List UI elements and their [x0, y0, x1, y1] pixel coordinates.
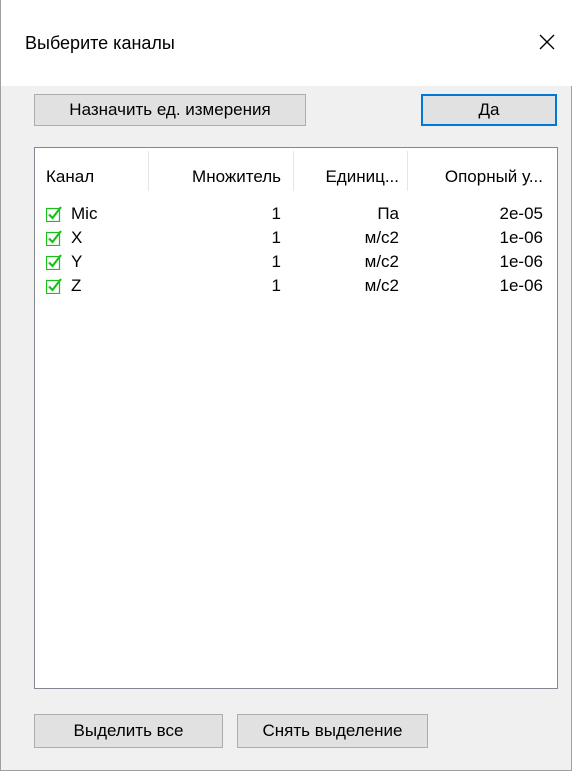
- column-header-multiplier[interactable]: Множитель: [149, 148, 281, 193]
- channel-name: Z: [71, 276, 82, 295]
- reference-value: 1e-06: [499, 252, 543, 271]
- reference-value: 2e-05: [499, 204, 543, 223]
- select-all-button[interactable]: Выделить все: [34, 714, 223, 748]
- multiplier-value: 1: [271, 276, 281, 295]
- table-row[interactable]: X 1 м/с2 1e-06: [35, 226, 557, 250]
- column-header-channel[interactable]: Канал: [46, 148, 146, 193]
- unit-value: м/с2: [364, 228, 399, 247]
- deselect-button[interactable]: Снять выделение: [237, 714, 428, 748]
- checkbox-checked-icon[interactable]: [46, 230, 62, 246]
- ok-button[interactable]: Да: [421, 94, 557, 126]
- unit-value: м/с2: [364, 276, 399, 295]
- checkbox-checked-icon[interactable]: [46, 254, 62, 270]
- list-header: Канал Множитель Единиц... Опорный у...: [35, 148, 557, 193]
- reference-value: 1e-06: [499, 228, 543, 247]
- unit-value: Па: [377, 204, 399, 223]
- title-bar: Выберите каналы: [1, 0, 573, 86]
- table-row[interactable]: Z 1 м/с2 1e-06: [35, 274, 557, 298]
- select-channels-dialog: Выберите каналы Назначить ед. измерения …: [0, 0, 573, 771]
- channel-name: X: [71, 228, 83, 247]
- dialog-title: Выберите каналы: [25, 33, 175, 53]
- multiplier-value: 1: [271, 204, 281, 223]
- checkbox-checked-icon[interactable]: [46, 278, 62, 294]
- assign-units-button[interactable]: Назначить ед. измерения: [34, 94, 306, 126]
- multiplier-value: 1: [271, 228, 281, 247]
- channel-name: Y: [71, 252, 83, 271]
- channel-name: Mic: [71, 204, 98, 223]
- close-button[interactable]: [523, 20, 571, 64]
- table-row[interactable]: Y 1 м/с2 1e-06: [35, 250, 557, 274]
- multiplier-value: 1: [271, 252, 281, 271]
- checkbox-checked-icon[interactable]: [46, 206, 62, 222]
- unit-value: м/с2: [364, 252, 399, 271]
- close-icon: [539, 34, 555, 50]
- reference-value: 1e-06: [499, 276, 543, 295]
- channel-list[interactable]: Канал Множитель Единиц... Опорный у... M…: [34, 147, 558, 689]
- table-row[interactable]: Mic 1 Па 2e-05: [35, 202, 557, 226]
- column-header-unit[interactable]: Единиц...: [294, 148, 399, 193]
- column-header-reference[interactable]: Опорный у...: [408, 148, 543, 193]
